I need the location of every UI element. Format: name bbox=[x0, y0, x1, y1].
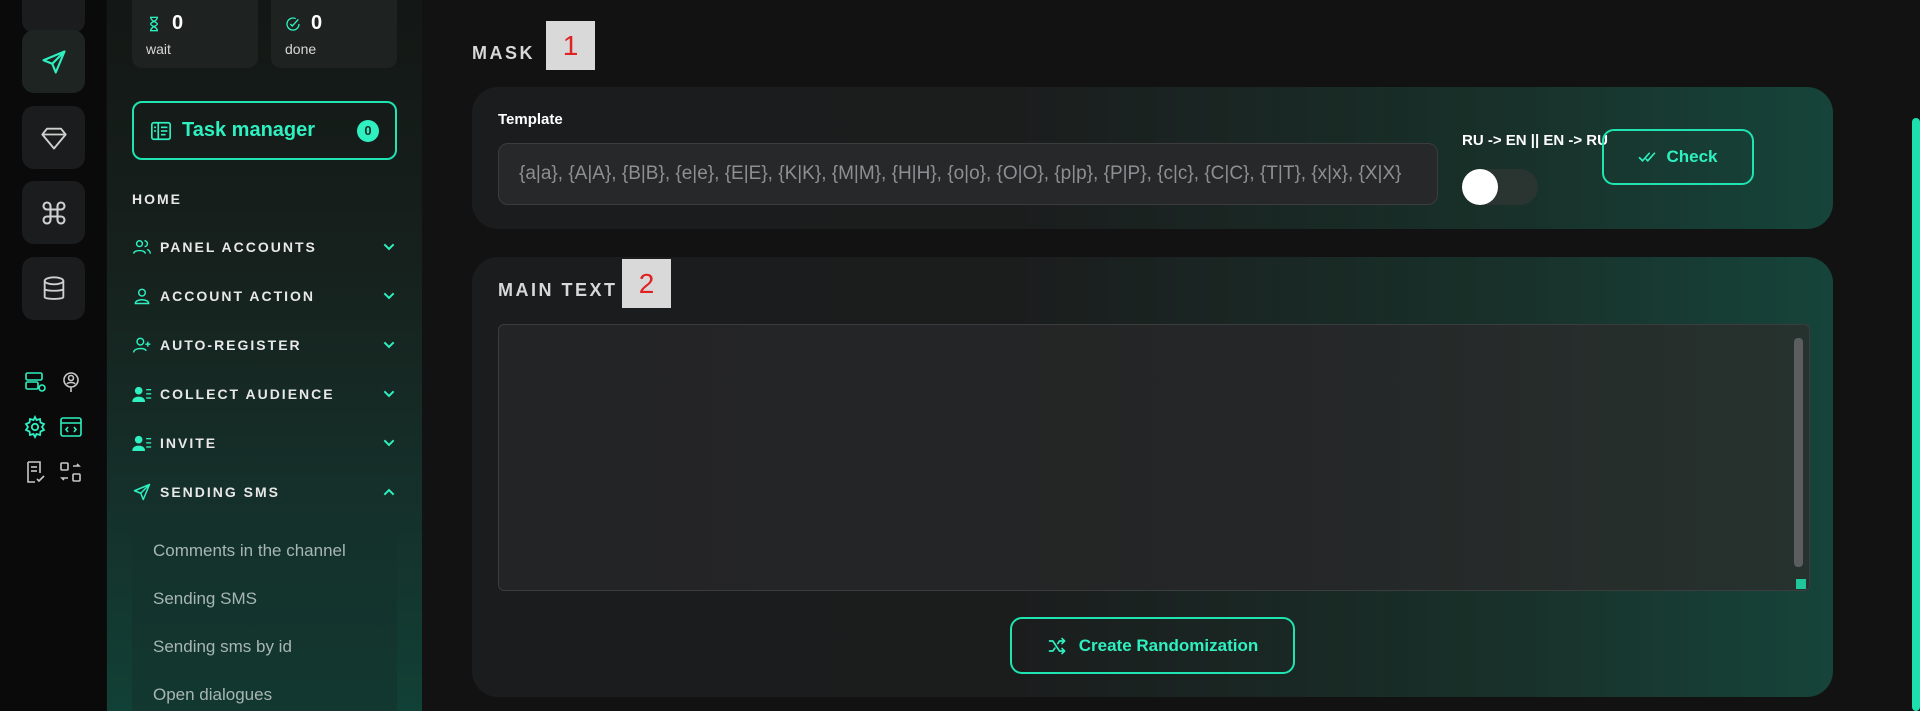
language-toggle-label: RU -> EN || EN -> RU bbox=[1462, 132, 1608, 149]
hourglass-icon bbox=[149, 16, 159, 31]
user-circle-icon bbox=[63, 372, 79, 392]
sidebar-item-sending-sms[interactable]: SENDING SMS bbox=[132, 480, 397, 504]
sidebar-item-home[interactable]: HOME bbox=[132, 191, 182, 207]
textarea-resize-handle[interactable] bbox=[1796, 579, 1806, 589]
rail-button-diamond[interactable] bbox=[22, 106, 85, 169]
chevron-down-icon bbox=[383, 439, 395, 447]
user-list-icon bbox=[132, 435, 152, 451]
rail-server-icon-button[interactable] bbox=[22, 369, 48, 395]
send-icon bbox=[41, 49, 66, 74]
sidebar-item-collect-audience[interactable]: COLLECT AUDIENCE bbox=[132, 382, 397, 406]
sidebar-item-account-action[interactable]: ACCOUNT ACTION bbox=[132, 284, 397, 308]
stat-wait: 0 wait bbox=[132, 0, 258, 68]
textarea-scrollbar[interactable] bbox=[1794, 338, 1803, 567]
main-text-textarea[interactable] bbox=[498, 324, 1810, 591]
mask-card: Template RU -> EN || EN -> RU Check bbox=[472, 87, 1833, 229]
task-manager-count-badge: 0 bbox=[357, 119, 379, 142]
sidebar-item-label: AUTO-REGISTER bbox=[160, 337, 302, 353]
rail-button-database[interactable] bbox=[22, 257, 85, 320]
sidebar-item-invite[interactable]: INVITE bbox=[132, 431, 397, 455]
task-board-icon bbox=[151, 121, 171, 140]
annotation-marker-2: 2 bbox=[622, 259, 671, 308]
shuffle-icon bbox=[1048, 637, 1066, 654]
sidebar-item-label: SENDING SMS bbox=[160, 484, 281, 500]
task-manager-button[interactable]: Task manager 0 bbox=[132, 101, 397, 160]
stat-done-value: 0 bbox=[311, 12, 323, 34]
stat-wait-value: 0 bbox=[172, 12, 184, 34]
task-manager-label: Task manager bbox=[182, 119, 316, 141]
chevron-down-icon bbox=[383, 341, 395, 349]
page-scrollbar-thumb[interactable] bbox=[1912, 118, 1920, 711]
sidebar-item-label: COLLECT AUDIENCE bbox=[160, 386, 335, 402]
language-toggle[interactable] bbox=[1462, 169, 1538, 205]
submenu-item-open-dialogues[interactable]: Open dialogues bbox=[153, 685, 272, 705]
user-plus-icon bbox=[132, 337, 151, 353]
chevron-up-icon bbox=[383, 488, 395, 496]
submenu-item-sending-sms[interactable]: Sending SMS bbox=[153, 589, 257, 609]
server-check-icon bbox=[25, 372, 46, 392]
stat-done-label: done bbox=[285, 41, 317, 57]
check-button-label: Check bbox=[1666, 147, 1718, 166]
main-text-card: MAIN TEXT 2 Create Randomization bbox=[472, 257, 1833, 697]
gear-icon bbox=[24, 415, 46, 439]
main-text-section-title: MAIN TEXT bbox=[498, 280, 618, 300]
stat-done: 0 done bbox=[271, 0, 397, 68]
code-window-icon bbox=[60, 417, 82, 437]
create-randomization-label: Create Randomization bbox=[1078, 635, 1259, 655]
transfer-icon bbox=[60, 462, 81, 482]
users-icon bbox=[132, 240, 152, 254]
chevron-down-icon bbox=[383, 243, 395, 251]
sidebar: 0 wait 0 done Task manager 0 HOME PANEL … bbox=[107, 0, 422, 711]
rail-code-window-button[interactable] bbox=[58, 414, 84, 440]
command-icon bbox=[41, 200, 66, 225]
submenu-item-comments-in-channel[interactable]: Comments in the channel bbox=[153, 541, 346, 561]
create-randomization-button[interactable]: Create Randomization bbox=[1010, 617, 1295, 674]
rail-user-circle-button[interactable] bbox=[58, 369, 84, 395]
check-circle-icon bbox=[286, 16, 300, 31]
sidebar-item-label: ACCOUNT ACTION bbox=[160, 288, 316, 304]
user-icon bbox=[134, 288, 150, 305]
database-icon bbox=[43, 275, 64, 300]
template-label: Template bbox=[498, 111, 563, 128]
rail-button-top[interactable] bbox=[22, 0, 85, 33]
rail-report-button[interactable] bbox=[22, 459, 48, 485]
chevron-down-icon bbox=[383, 390, 395, 398]
sidebar-item-auto-register[interactable]: AUTO-REGISTER bbox=[132, 333, 397, 357]
user-list-icon bbox=[132, 386, 152, 402]
annotation-marker-1: 1 bbox=[546, 21, 595, 70]
rail-settings-button[interactable] bbox=[22, 414, 48, 440]
icon-rail bbox=[0, 0, 106, 711]
toggle-knob bbox=[1462, 169, 1498, 205]
stat-wait-label: wait bbox=[146, 41, 171, 57]
sidebar-item-label: PANEL ACCOUNTS bbox=[160, 239, 317, 255]
rail-button-send[interactable] bbox=[22, 30, 85, 93]
main-content: MASK 1 Template RU -> EN || EN -> RU Che… bbox=[422, 0, 1920, 711]
template-input[interactable] bbox=[498, 143, 1438, 205]
mask-section-title: MASK bbox=[472, 43, 535, 63]
document-check-icon bbox=[27, 461, 45, 483]
diamond-icon bbox=[40, 127, 67, 149]
rail-button-command[interactable] bbox=[22, 181, 85, 244]
submenu-item-sending-sms-by-id[interactable]: Sending sms by id bbox=[153, 637, 292, 657]
sidebar-item-label: INVITE bbox=[160, 435, 218, 451]
double-check-icon bbox=[1639, 152, 1656, 162]
chevron-down-icon bbox=[383, 292, 395, 300]
sidebar-item-panel-accounts[interactable]: PANEL ACCOUNTS bbox=[132, 235, 397, 259]
send-icon bbox=[133, 483, 151, 501]
check-button[interactable]: Check bbox=[1602, 129, 1754, 185]
rail-transfer-button[interactable] bbox=[58, 459, 84, 485]
